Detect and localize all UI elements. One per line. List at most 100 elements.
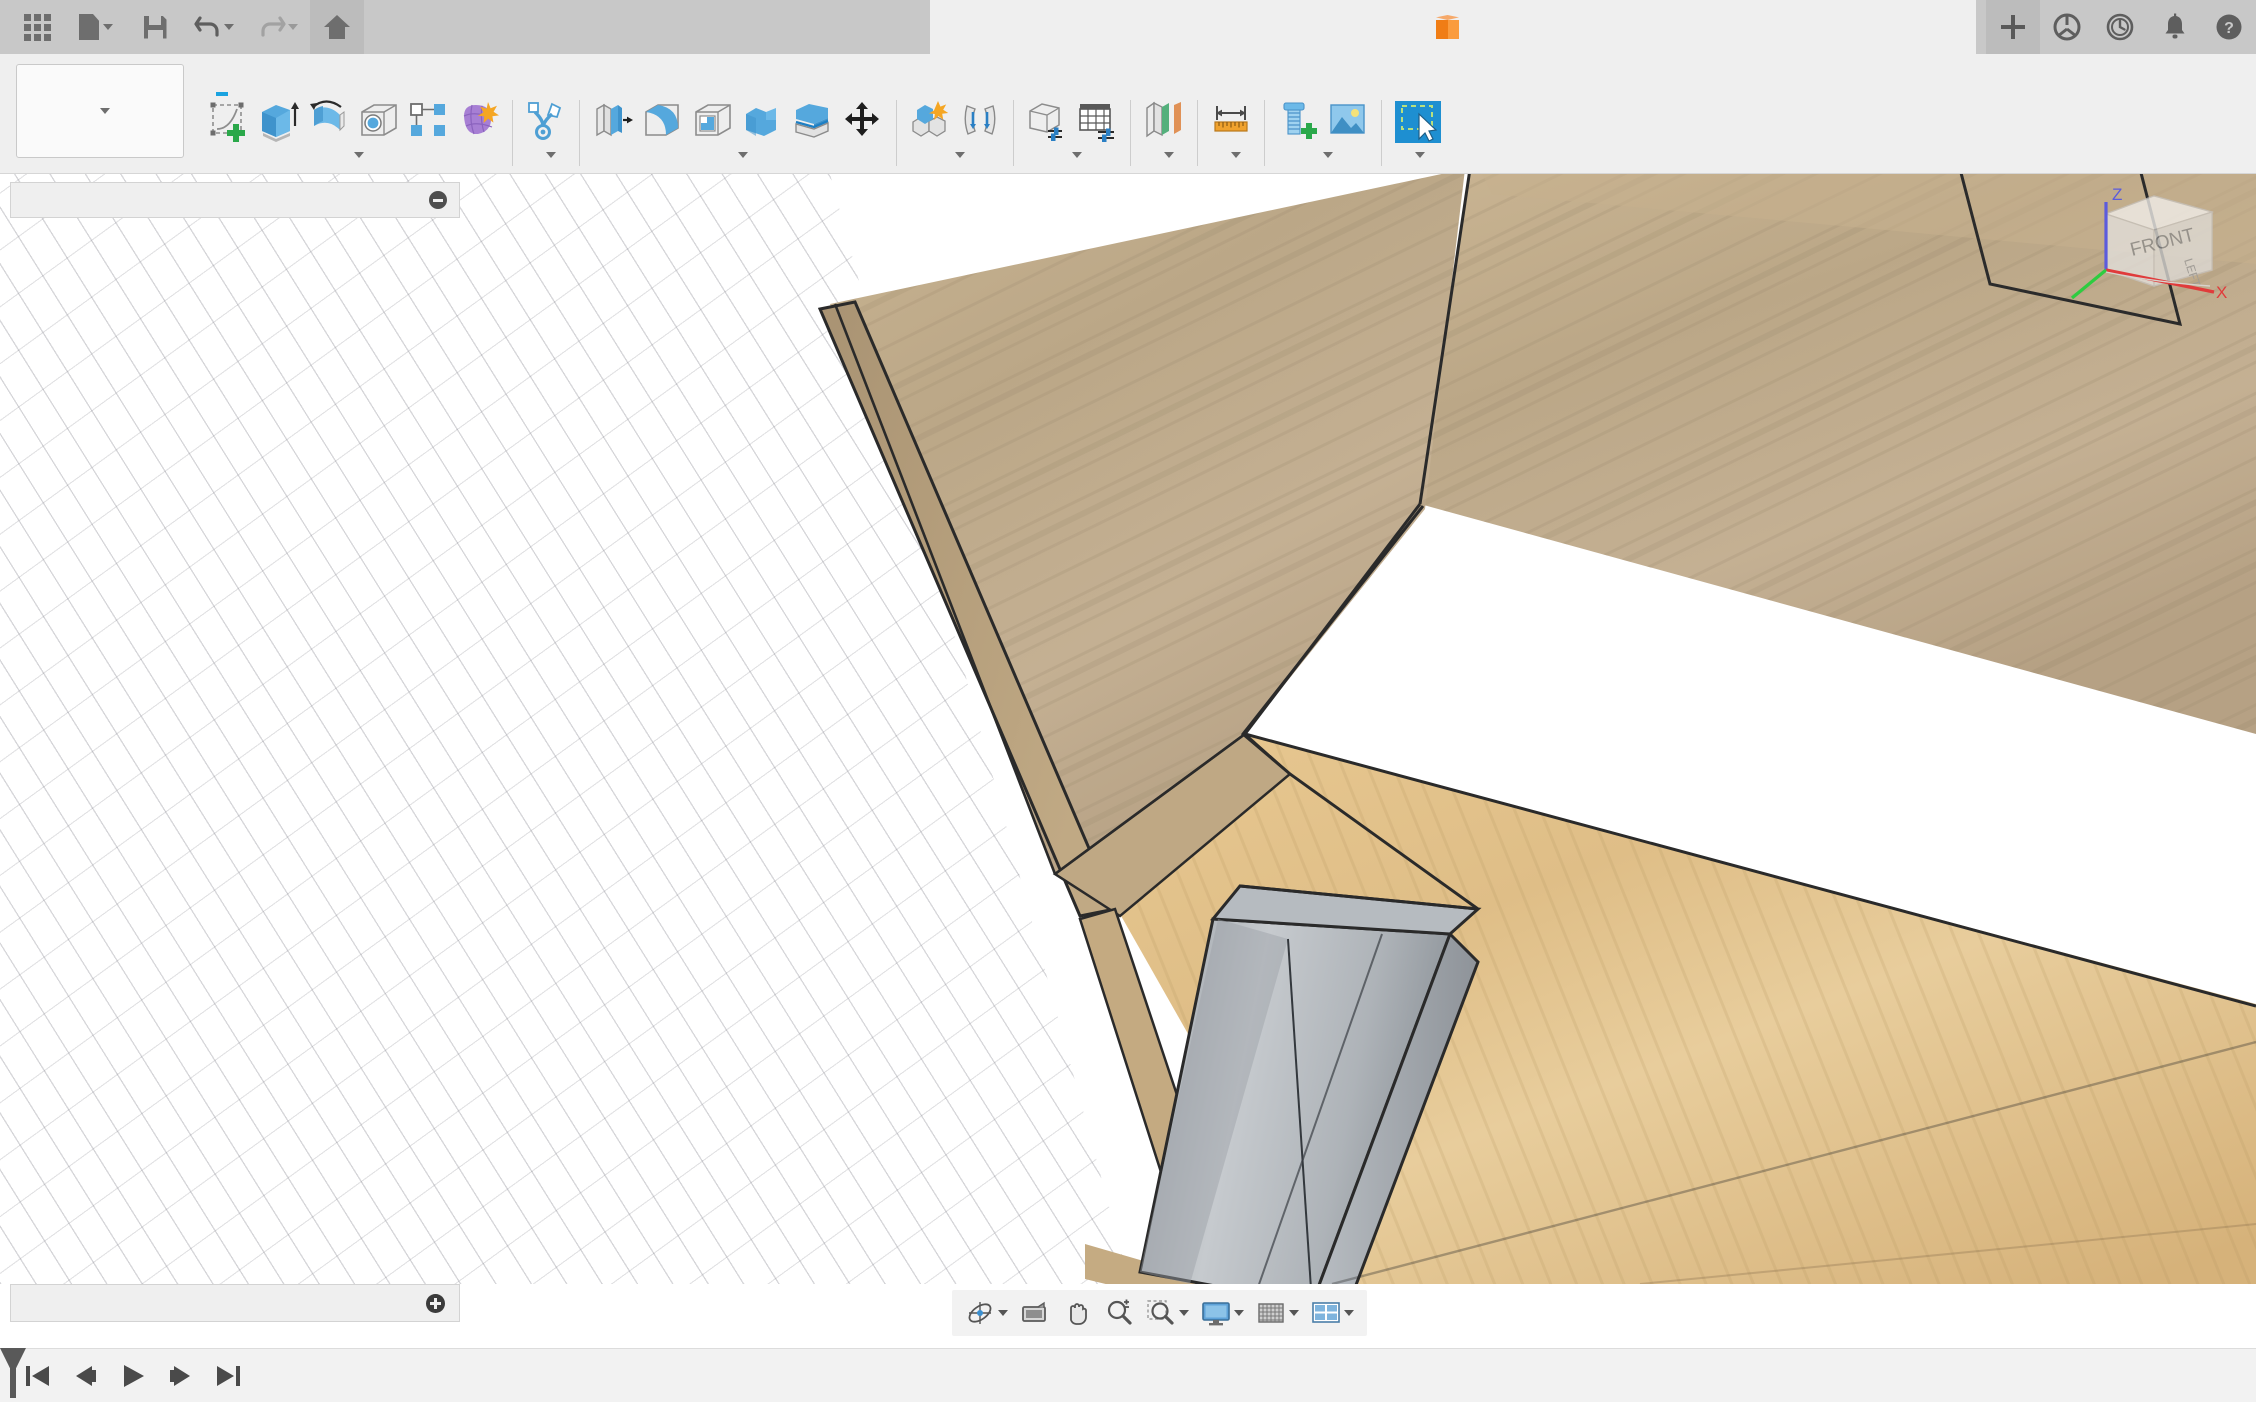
ribbon-group-inspect: [1198, 98, 1264, 174]
chevron-down-icon[interactable]: [1415, 152, 1425, 158]
workspace-selector[interactable]: [16, 64, 184, 158]
insert-canvas-icon[interactable]: [1327, 100, 1369, 146]
timeline-marker-head: [0, 1348, 26, 1368]
view-cube[interactable]: FRONT LEFT Z X: [2044, 174, 2244, 344]
viewports-icon: [1311, 1298, 1341, 1328]
new-component-icon[interactable]: [909, 100, 951, 146]
press-pull-icon[interactable]: [592, 100, 634, 146]
save-icon: [143, 15, 167, 39]
zoom-window-icon: [1146, 1298, 1176, 1328]
ribbon-group-insert: [1265, 98, 1381, 174]
save-button[interactable]: [128, 0, 182, 54]
chevron-down-icon[interactable]: [1234, 1310, 1244, 1316]
ribbon-group-assemble: [897, 98, 1013, 174]
tab-surface[interactable]: [244, 54, 288, 96]
chevron-down-icon[interactable]: [354, 152, 364, 158]
comments-panel[interactable]: [10, 1284, 460, 1322]
fillet-icon[interactable]: [642, 100, 684, 146]
viewports-button[interactable]: [1306, 1293, 1359, 1333]
chevron-down-icon[interactable]: [1323, 152, 1333, 158]
help-button[interactable]: ?: [2202, 0, 2256, 54]
pan-button[interactable]: [1057, 1293, 1097, 1333]
grid-snaps-button[interactable]: [1251, 1293, 1304, 1333]
hole-icon[interactable]: [358, 100, 400, 146]
revolve-icon[interactable]: [308, 100, 350, 146]
redo-button[interactable]: [246, 0, 310, 54]
offset-face-icon[interactable]: [792, 100, 834, 146]
titlebar-right-tools: ?: [1986, 0, 2256, 54]
chevron-down-icon[interactable]: [1072, 152, 1082, 158]
orbit-button[interactable]: [960, 1293, 1013, 1333]
tab-utilities[interactable]: [420, 54, 464, 96]
extrude-icon[interactable]: [258, 100, 300, 146]
display-settings-button[interactable]: [1196, 1293, 1249, 1333]
offset-plane-icon[interactable]: [1143, 100, 1185, 146]
file-menu-button[interactable]: [64, 0, 128, 54]
shell-icon[interactable]: [692, 100, 734, 146]
combine-icon[interactable]: [742, 100, 784, 146]
collapse-panel-icon[interactable]: [25, 1295, 26, 1312]
move-copy-icon[interactable]: [842, 100, 884, 146]
configuration-icon[interactable]: [1026, 100, 1068, 146]
automated-modeling-icon[interactable]: [525, 100, 567, 146]
go-to-beginning-icon[interactable]: [22, 1362, 52, 1390]
chevron-down-icon[interactable]: [955, 152, 965, 158]
navigation-bar: [952, 1290, 1367, 1336]
fusion-cube-icon: [1436, 15, 1459, 39]
go-to-end-icon[interactable]: [214, 1362, 244, 1390]
select-window-icon[interactable]: [1394, 100, 1441, 146]
timeline-marker[interactable]: [0, 1348, 26, 1398]
joint-icon[interactable]: [959, 100, 1001, 146]
bell-icon: [2165, 13, 2185, 39]
step-forward-icon[interactable]: [166, 1362, 196, 1390]
home-icon: [324, 15, 350, 39]
collapse-all-icon[interactable]: [429, 191, 447, 209]
chevron-down-icon[interactable]: [738, 152, 748, 158]
play-icon[interactable]: [118, 1362, 148, 1390]
chevron-down-icon[interactable]: [1164, 152, 1174, 158]
pattern-icon[interactable]: [408, 100, 450, 146]
configuration-table-icon[interactable]: [1076, 100, 1118, 146]
chevron-down-icon: [288, 24, 298, 30]
3d-viewport[interactable]: FRONT LEFT Z X: [0, 174, 2256, 1284]
create-sketch-icon[interactable]: [208, 100, 250, 146]
notifications-button[interactable]: [2148, 0, 2202, 54]
plus-icon: [2001, 15, 2025, 39]
view-presets-button[interactable]: [1015, 1293, 1055, 1333]
chevron-down-icon[interactable]: [1179, 1310, 1189, 1316]
zoom-window-button[interactable]: [1141, 1293, 1194, 1333]
clock-icon: [2106, 13, 2134, 41]
chevron-down-icon[interactable]: [998, 1310, 1008, 1316]
ribbon-group-create: [196, 98, 512, 174]
chevron-down-icon[interactable]: [546, 152, 556, 158]
step-back-icon[interactable]: [70, 1362, 100, 1390]
close-icon[interactable]: [1928, 17, 1948, 37]
orbit-icon: [965, 1298, 995, 1328]
job-status-button[interactable]: [2094, 0, 2148, 54]
pan-hand-icon: [1062, 1298, 1092, 1328]
file-icon: [79, 14, 99, 40]
home-button[interactable]: [310, 0, 364, 54]
document-tab[interactable]: [930, 0, 1976, 54]
chevron-down-icon[interactable]: [1231, 152, 1241, 158]
add-comment-icon[interactable]: [426, 1293, 445, 1313]
ribbon-group-select: [1382, 98, 1448, 174]
tab-plastic[interactable]: [376, 54, 420, 96]
chevron-down-icon: [224, 24, 234, 30]
measure-icon[interactable]: [1210, 100, 1252, 146]
chevron-down-icon[interactable]: [1344, 1310, 1354, 1316]
insert-mcmaster-icon[interactable]: [1277, 100, 1319, 146]
tab-sheet-metal[interactable]: [332, 54, 376, 96]
form-icon[interactable]: [458, 100, 500, 146]
zoom-button[interactable]: [1099, 1293, 1139, 1333]
tab-mesh[interactable]: [288, 54, 332, 96]
ribbon-group-modify: [580, 98, 896, 174]
new-tab-button[interactable]: [1986, 0, 2040, 54]
tab-solid[interactable]: [200, 54, 244, 96]
undo-button[interactable]: [182, 0, 246, 54]
app-grid-button[interactable]: [10, 0, 64, 54]
pinball-board-model: [817, 174, 2256, 1284]
title-bar: ?: [0, 0, 2256, 54]
chevron-down-icon[interactable]: [1289, 1310, 1299, 1316]
extensions-button[interactable]: [2040, 0, 2094, 54]
